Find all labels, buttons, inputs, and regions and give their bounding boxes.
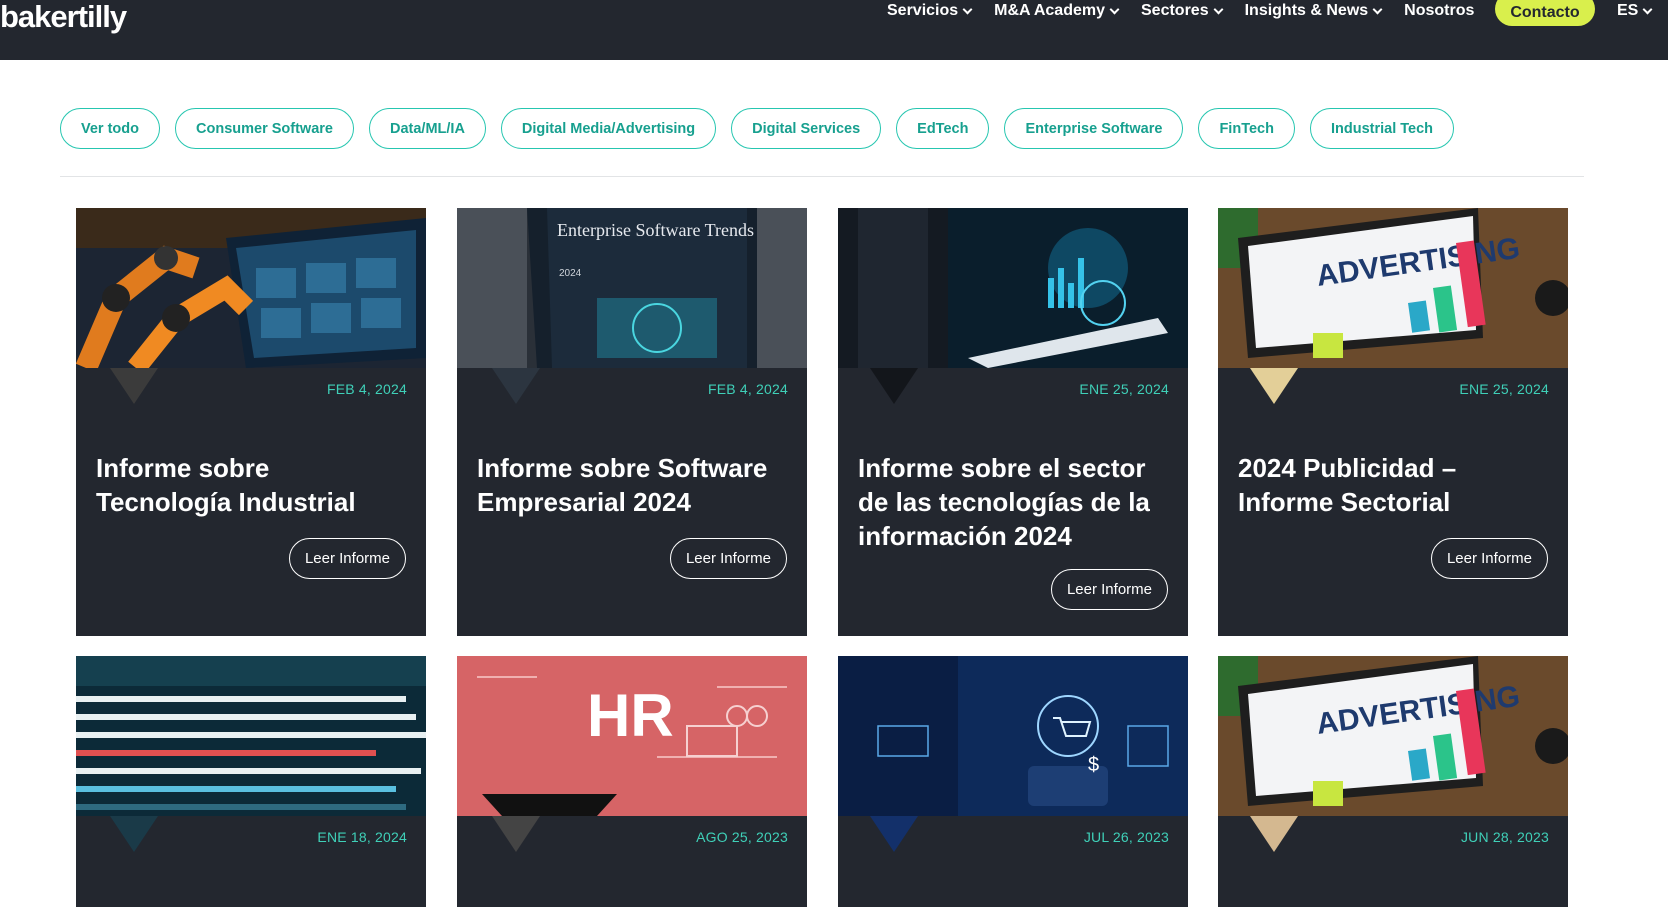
filter-enterprise-software[interactable]: Enterprise Software: [1004, 108, 1184, 149]
card-notch: [110, 368, 158, 404]
card-notch: [870, 816, 918, 852]
main-nav: Servicios M&A Academy Sectores Insights …: [887, 0, 1497, 22]
read-report-button[interactable]: Leer Informe: [288, 538, 406, 579]
nav-ma-academy[interactable]: M&A Academy: [994, 2, 1120, 20]
card-notch: [492, 368, 540, 404]
card-date: FEB 4, 2024: [326, 381, 407, 397]
chevron-down-icon: [1372, 4, 1383, 14]
filter-fintech[interactable]: FinTech: [1198, 108, 1295, 149]
language-label: ES: [1617, 2, 1639, 19]
nav-label: Nosotros: [1404, 2, 1475, 19]
filters-divider: [60, 176, 1584, 177]
read-report-button[interactable]: Leer Informe: [1430, 538, 1548, 579]
industrial-robot-image[interactable]: [76, 208, 426, 368]
nav-servicios[interactable]: Servicios: [887, 2, 973, 20]
nav-sectores[interactable]: Sectores: [1141, 2, 1224, 20]
site-header: bakertilly Servicios M&A Academy Sectore…: [0, 0, 1668, 60]
advertising-monitor-image[interactable]: ADVERTISING: [1218, 208, 1568, 368]
report-card[interactable]: FEB 4, 2024 Informe sobre Tecnología Ind…: [76, 208, 426, 636]
enterprise-software-book-image[interactable]: Enterprise Software Trends 2024: [457, 208, 807, 368]
report-card[interactable]: ENE 25, 2024 Informe sobre el sector de …: [838, 208, 1188, 636]
nav-label: Servicios: [887, 2, 959, 19]
nav-label: M&A Academy: [994, 2, 1105, 19]
card-notch: [110, 816, 158, 852]
card-notch: [1250, 816, 1298, 852]
filter-digital-services[interactable]: Digital Services: [731, 108, 882, 149]
nav-label: Sectores: [1141, 2, 1209, 19]
filter-data-ml-ia[interactable]: Data/ML/IA: [369, 108, 486, 149]
report-card[interactable]: $ JUL 26, 2023: [838, 656, 1188, 907]
image-text: HR: [587, 682, 674, 749]
site-logo[interactable]: bakertilly: [0, 0, 127, 36]
filter-edtech[interactable]: EdTech: [896, 108, 990, 149]
read-report-button[interactable]: Leer Informe: [669, 538, 787, 579]
card-date: ENE 18, 2024: [317, 829, 407, 845]
image-title: Enterprise Software Trends: [557, 220, 754, 240]
chevron-down-icon: [1109, 4, 1120, 14]
filter-ver-todo[interactable]: Ver todo: [60, 108, 161, 149]
svg-text:$: $: [1088, 754, 1099, 776]
card-date: ENE 25, 2024: [1079, 381, 1169, 397]
card-date: FEB 4, 2024: [707, 381, 788, 397]
tablet-data-image[interactable]: [838, 208, 1188, 368]
card-date: ENE 25, 2024: [1459, 381, 1549, 397]
category-filters: Ver todo Consumer Software Data/ML/IA Di…: [60, 108, 1469, 149]
card-date: JUN 28, 2023: [1460, 829, 1549, 845]
chevron-down-icon: [1213, 4, 1224, 14]
report-card[interactable]: Enterprise Software Trends 2024 FEB 4, 2…: [457, 208, 807, 636]
report-card[interactable]: HR AGO 25, 2023: [457, 656, 807, 907]
language-selector[interactable]: ES: [1617, 0, 1653, 22]
report-card[interactable]: ADVERTISING JUN 28, 2023: [1218, 656, 1568, 907]
read-report-button[interactable]: Leer Informe: [1050, 569, 1168, 610]
card-title[interactable]: Informe sobre Tecnología Industrial: [96, 451, 406, 519]
nav-nosotros[interactable]: Nosotros: [1404, 2, 1474, 20]
chevron-down-icon: [962, 4, 973, 14]
nav-label: Insights & News: [1244, 2, 1369, 19]
chevron-down-icon: [1642, 4, 1653, 14]
card-notch: [492, 816, 540, 852]
image-year: 2024: [559, 268, 582, 279]
filter-industrial-tech[interactable]: Industrial Tech: [1309, 108, 1455, 149]
card-notch: [870, 368, 918, 404]
card-date: AGO 25, 2023: [696, 829, 788, 845]
contact-button[interactable]: Contacto: [1495, 0, 1595, 26]
filter-consumer-software[interactable]: Consumer Software: [175, 108, 354, 149]
card-title[interactable]: Informe sobre Software Empresarial 2024: [477, 451, 787, 519]
card-title[interactable]: Informe sobre el sector de las tecnologí…: [858, 451, 1168, 553]
card-notch: [1250, 368, 1298, 404]
advertising-monitor-image[interactable]: ADVERTISING: [1218, 656, 1568, 816]
nav-insights-news[interactable]: Insights & News: [1244, 2, 1383, 20]
report-card[interactable]: ADVERTISING ENE 25, 2024 2024 Publicidad…: [1218, 208, 1568, 636]
filter-digital-media-advertising[interactable]: Digital Media/Advertising: [500, 108, 717, 149]
code-screen-image[interactable]: [76, 656, 426, 816]
hr-circuit-image[interactable]: HR: [457, 656, 807, 816]
ecommerce-hologram-image[interactable]: $: [838, 656, 1188, 816]
report-card[interactable]: ENE 18, 2024: [76, 656, 426, 907]
card-date: JUL 26, 2023: [1083, 829, 1169, 845]
card-title[interactable]: 2024 Publicidad – Informe Sectorial: [1238, 451, 1548, 519]
